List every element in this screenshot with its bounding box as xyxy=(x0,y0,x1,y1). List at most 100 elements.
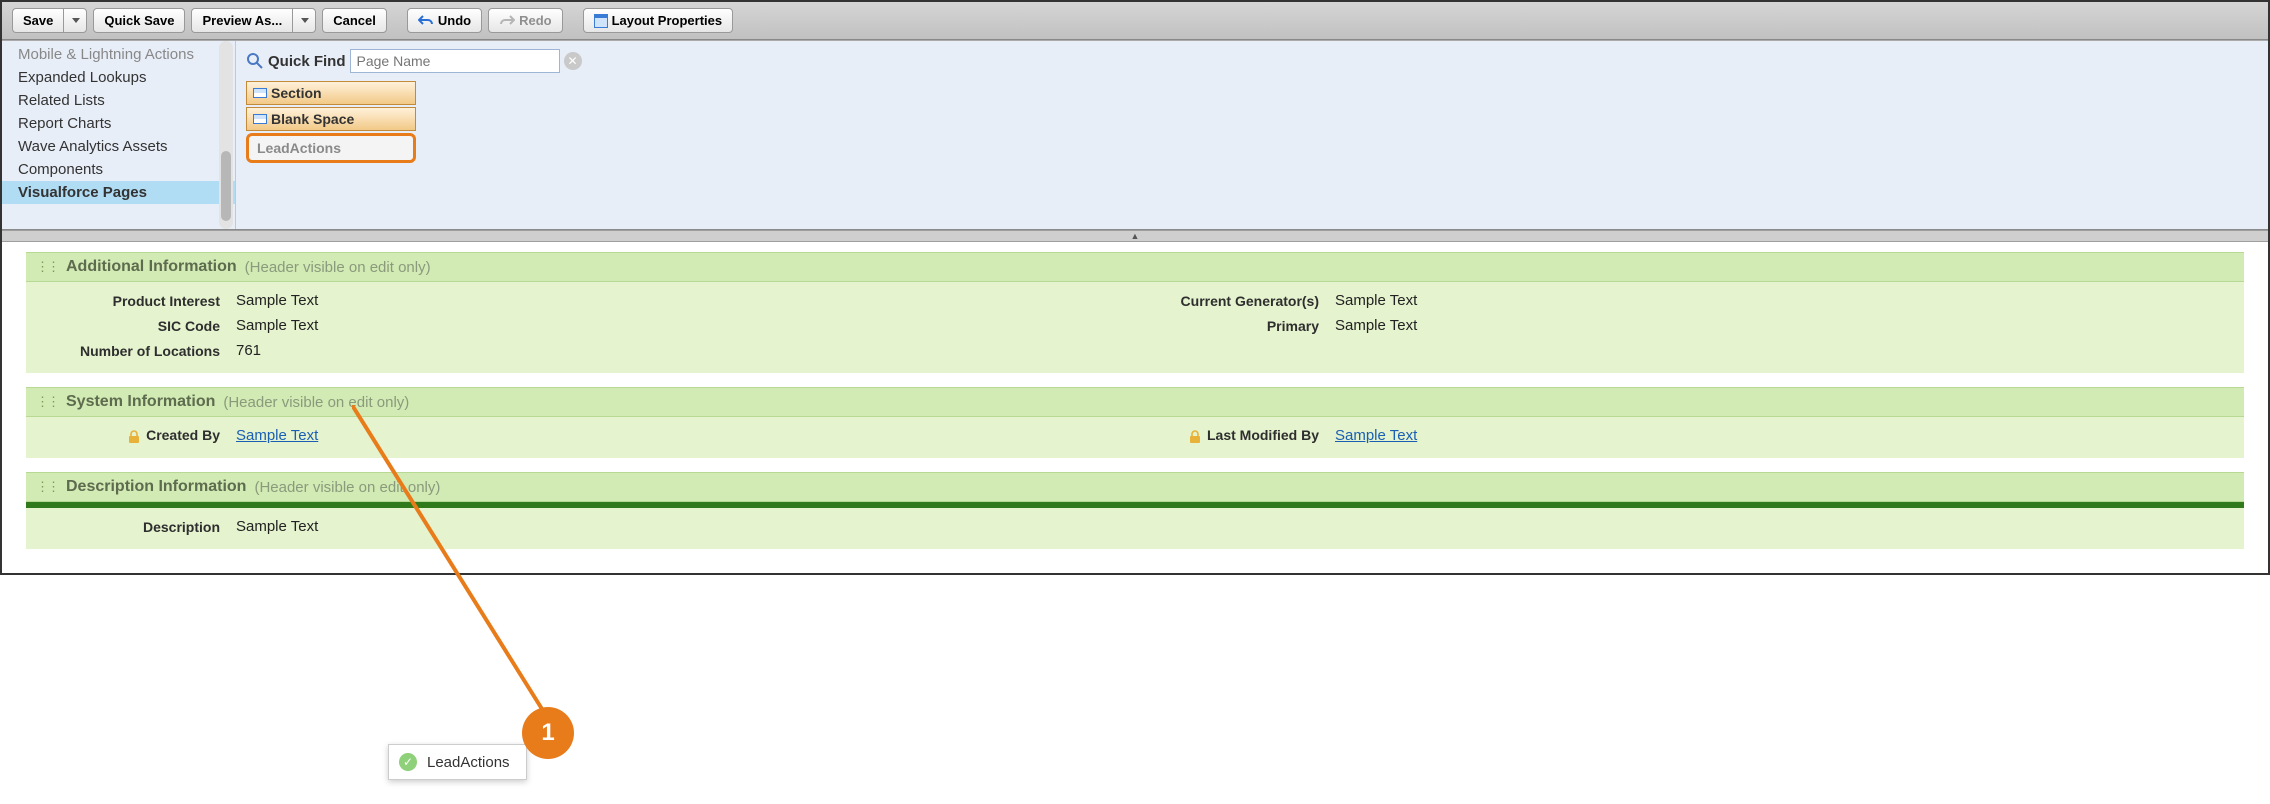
scrollbar-thumb[interactable] xyxy=(221,151,231,221)
sidebar-item[interactable]: Visualforce Pages xyxy=(2,181,235,204)
layout-properties-button[interactable]: Layout Properties xyxy=(583,8,734,33)
preview-dropdown-button[interactable] xyxy=(292,8,316,33)
drag-handle-icon[interactable]: ⋮⋮ xyxy=(36,479,58,495)
save-dropdown-button[interactable] xyxy=(63,8,87,33)
field-label: Description xyxy=(36,519,236,535)
drag-handle-icon[interactable]: ⋮⋮ xyxy=(36,394,58,410)
field-row[interactable]: Last Modified BySample Text xyxy=(1135,423,2234,448)
field-value-link[interactable]: Sample Text xyxy=(236,427,318,444)
quick-find-label: Quick Find xyxy=(268,53,346,70)
palette-category-sidebar: Mobile & Lightning ActionsExpanded Looku… xyxy=(2,41,236,229)
check-circle-icon: ✓ xyxy=(399,753,417,771)
section-icon xyxy=(253,88,267,98)
toolbar: Save Quick Save Preview As... Cancel Und… xyxy=(2,2,2268,40)
lock-icon xyxy=(1189,430,1201,444)
palette-items: Section Blank Space LeadActions xyxy=(246,81,416,165)
redo-icon xyxy=(499,14,515,28)
palette-item-label: LeadActions xyxy=(257,140,341,156)
sidebar-item[interactable]: Components xyxy=(2,158,235,181)
sidebar-item[interactable]: Mobile & Lightning Actions xyxy=(2,43,235,66)
palette-item-label: Section xyxy=(271,85,322,101)
field-value: 761 xyxy=(236,342,261,359)
field-row[interactable]: Product InterestSample Text xyxy=(36,288,1135,313)
drag-preview-label: LeadActions xyxy=(427,754,510,771)
quick-save-button[interactable]: Quick Save xyxy=(93,8,185,33)
caret-down-icon xyxy=(72,18,80,23)
redo-label: Redo xyxy=(519,13,552,28)
field-value: Sample Text xyxy=(236,317,318,334)
section-body: Created BySample TextLast Modified BySam… xyxy=(26,417,2244,458)
field-value: Sample Text xyxy=(236,427,318,444)
undo-button[interactable]: Undo xyxy=(407,8,482,33)
palette-item-label: Blank Space xyxy=(271,111,354,127)
field-label: Number of Locations xyxy=(36,343,236,359)
field-label: Last Modified By xyxy=(1135,427,1335,443)
section-title: System Information xyxy=(66,393,215,411)
save-split-button: Save xyxy=(12,8,87,33)
field-value: Sample Text xyxy=(1335,317,1417,334)
layout-canvas: ⋮⋮Additional Information(Header visible … xyxy=(2,242,2268,573)
section-column: Last Modified BySample Text xyxy=(1135,423,2234,448)
layout-section: ⋮⋮ System Information (Header visible on e… xyxy=(26,387,2244,458)
quick-find-bar: Quick Find ✕ xyxy=(246,49,2258,73)
layout-canvas-wrap: ⋮⋮Additional Information(Header visible … xyxy=(2,242,2268,573)
sidebar-item[interactable]: Expanded Lookups xyxy=(2,66,235,89)
section-column: DescriptionSample Text xyxy=(36,514,1135,539)
section-header[interactable]: ⋮⋮ System Information (Header visible on e… xyxy=(26,387,2244,417)
field-row[interactable]: Current Generator(s)Sample Text xyxy=(1135,288,2234,313)
layout-section: ⋮⋮Additional Information(Header visible … xyxy=(26,252,2244,373)
undo-label: Undo xyxy=(438,13,471,28)
quick-find-input[interactable] xyxy=(350,49,560,73)
drag-preview-chip: ✓ LeadActions xyxy=(388,744,527,780)
annotation-badge: 1 xyxy=(522,707,574,759)
field-value: Sample Text xyxy=(236,292,318,309)
field-value-link[interactable]: Sample Text xyxy=(1335,427,1417,444)
section-header[interactable]: ⋮⋮ Description Information (Header visible… xyxy=(26,472,2244,502)
field-row[interactable]: Number of Locations761 xyxy=(36,338,1135,363)
palette-item-dragging[interactable]: LeadActions xyxy=(246,133,416,163)
field-label: Primary xyxy=(1135,318,1335,334)
drag-handle-icon[interactable]: ⋮⋮ xyxy=(36,259,58,275)
field-row[interactable]: PrimarySample Text xyxy=(1135,313,2234,338)
layout-section: ⋮⋮ Description Information (Header visible… xyxy=(26,472,2244,549)
preview-as-button[interactable]: Preview As... xyxy=(191,8,292,33)
section-column: Product InterestSample TextSIC CodeSampl… xyxy=(36,288,1135,363)
field-label: Created By xyxy=(36,427,236,443)
field-row[interactable]: DescriptionSample Text xyxy=(36,514,1135,539)
preview-split-button: Preview As... xyxy=(191,8,316,33)
field-label: SIC Code xyxy=(36,318,236,334)
section-title: Description Information xyxy=(66,478,246,496)
palette-body: Quick Find ✕ Section Blank Space LeadActio… xyxy=(236,41,2268,229)
quick-find-clear-button[interactable]: ✕ xyxy=(564,52,582,70)
section-hint: (Header visible on edit only) xyxy=(223,394,409,411)
sidebar-item[interactable]: Wave Analytics Assets xyxy=(2,135,235,158)
layout-properties-label: Layout Properties xyxy=(612,13,723,28)
sidebar-item[interactable]: Report Charts xyxy=(2,112,235,135)
section-column xyxy=(1135,514,2234,539)
save-button[interactable]: Save xyxy=(12,8,63,33)
field-row[interactable]: Created BySample Text xyxy=(36,423,1135,448)
redo-button[interactable]: Redo xyxy=(488,8,563,33)
lock-icon xyxy=(128,430,140,444)
palette-panel: Mobile & Lightning ActionsExpanded Looku… xyxy=(2,40,2268,230)
section-icon xyxy=(253,114,267,124)
section-hint: (Header visible on edit only) xyxy=(254,479,440,496)
palette-collapse-handle[interactable]: ▲ xyxy=(2,230,2268,242)
layout-editor-window: Save Quick Save Preview As... Cancel Und… xyxy=(0,0,2270,575)
section-hint: (Header visible on edit only) xyxy=(245,259,431,276)
undo-icon xyxy=(418,14,434,28)
field-value: Sample Text xyxy=(236,518,318,535)
section-column: Current Generator(s)Sample TextPrimarySa… xyxy=(1135,288,2234,363)
sidebar-item[interactable]: Related Lists xyxy=(2,89,235,112)
palette-item[interactable]: Section xyxy=(246,81,416,105)
section-body: DescriptionSample Text xyxy=(26,508,2244,549)
layout-properties-icon xyxy=(594,14,608,28)
field-label: Product Interest xyxy=(36,293,236,309)
palette-item[interactable]: Blank Space xyxy=(246,107,416,131)
cancel-button[interactable]: Cancel xyxy=(322,8,387,33)
section-body: Product InterestSample TextSIC CodeSampl… xyxy=(26,282,2244,373)
sidebar-scrollbar[interactable] xyxy=(219,41,233,229)
field-row[interactable]: SIC CodeSample Text xyxy=(36,313,1135,338)
section-header[interactable]: ⋮⋮Additional Information(Header visible … xyxy=(26,252,2244,282)
search-icon xyxy=(246,52,264,70)
